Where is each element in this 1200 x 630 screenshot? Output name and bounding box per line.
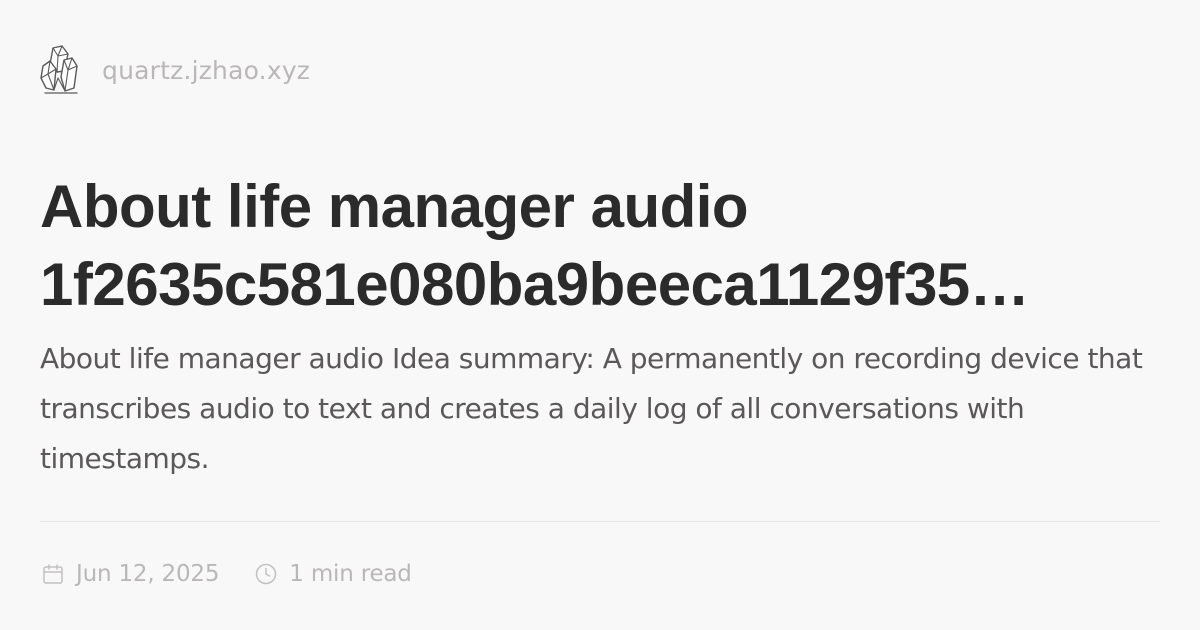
page-meta: Jun 12, 2025 1 min read [40,556,412,592]
site-domain[interactable]: quartz.jzhao.xyz [102,58,310,83]
divider [40,521,1160,522]
clock-icon [253,561,279,587]
site-header: quartz.jzhao.xyz [40,40,310,100]
reading-time: 1 min read [253,561,412,587]
calendar-icon [40,561,66,587]
reading-time-text: 1 min read [289,561,412,587]
page-title: About life manager audio 1f2635c581e080b… [40,173,1030,319]
page-description: About life manager audio Idea summary: A… [40,342,1143,475]
og-card: quartz.jzhao.xyz About life manager audi… [40,40,1160,600]
publish-date-text: Jun 12, 2025 [76,561,220,587]
crystal-icon [30,41,88,99]
publish-date: Jun 12, 2025 [40,561,219,587]
